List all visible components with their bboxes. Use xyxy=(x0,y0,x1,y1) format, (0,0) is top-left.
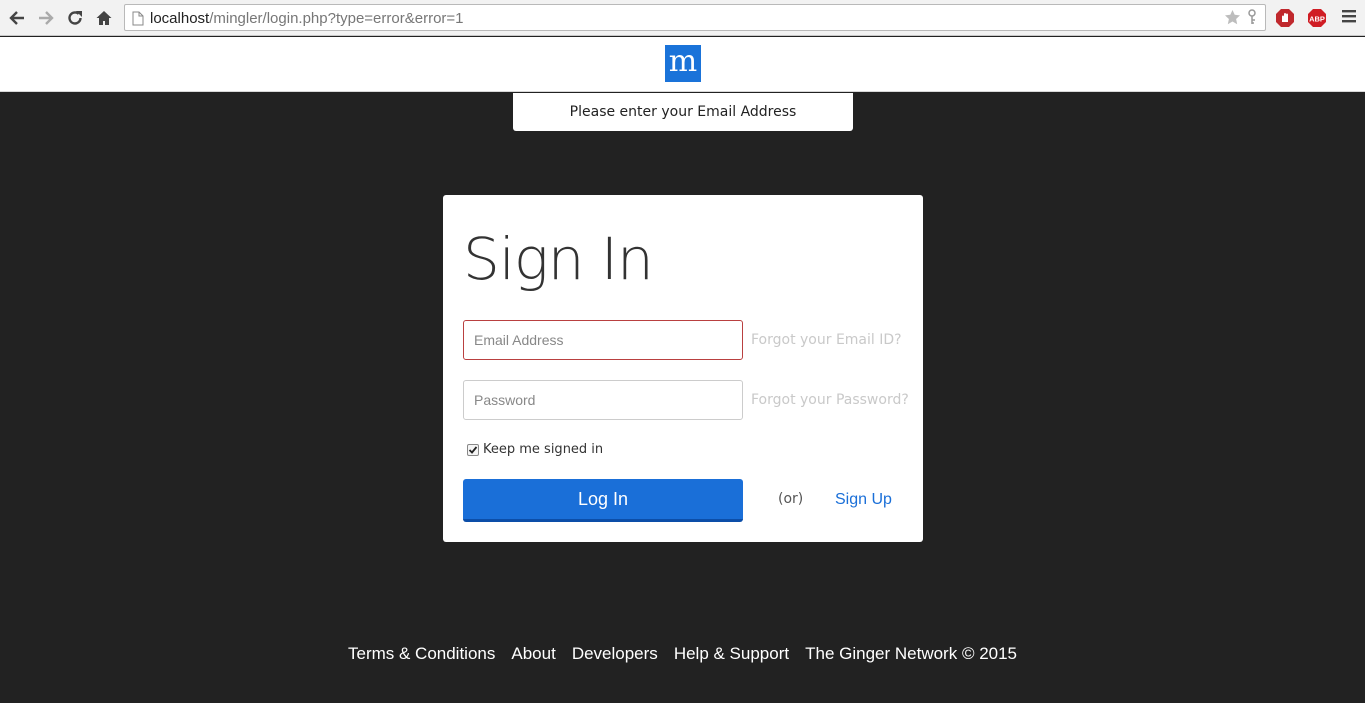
or-separator: (or) xyxy=(778,491,804,507)
forward-button[interactable] xyxy=(34,6,58,30)
reload-icon xyxy=(68,11,82,25)
browser-toolbar: localhost/mingler/login.php?type=error&e… xyxy=(0,0,1365,36)
key-icon[interactable] xyxy=(1245,9,1259,25)
mingler-logo[interactable]: m xyxy=(665,45,701,82)
browser-menu-button[interactable] xyxy=(1341,8,1359,26)
home-button[interactable] xyxy=(92,6,116,30)
footer: Terms & Conditions About Developers Help… xyxy=(0,644,1365,664)
signin-title: Sign In xyxy=(463,225,654,293)
footer-link-terms[interactable]: Terms & Conditions xyxy=(348,644,495,664)
abp-extension-button[interactable]: ABP xyxy=(1306,7,1328,29)
login-button[interactable]: Log In xyxy=(463,479,743,522)
password-field[interactable] xyxy=(463,380,743,420)
keep-signed-in[interactable]: Keep me signed in xyxy=(467,442,603,457)
error-notice: Please enter your Email Address xyxy=(513,93,853,131)
footer-link-developers[interactable]: Developers xyxy=(572,644,658,664)
address-bar[interactable]: localhost/mingler/login.php?type=error&e… xyxy=(124,4,1266,31)
footer-link-help[interactable]: Help & Support xyxy=(674,644,789,664)
svg-text:ABP: ABP xyxy=(1309,15,1325,24)
signin-card: Sign In Forgot your Email ID? Forgot you… xyxy=(443,195,923,542)
footer-link-about[interactable]: About xyxy=(511,644,555,664)
signup-link[interactable]: Sign Up xyxy=(835,491,892,509)
adblock-extension-button[interactable] xyxy=(1274,7,1296,29)
page-icon xyxy=(132,11,144,26)
forward-arrow-icon xyxy=(39,11,54,25)
email-field[interactable] xyxy=(463,320,743,360)
back-button[interactable] xyxy=(5,6,29,30)
error-notice-text: Please enter your Email Address xyxy=(569,104,797,120)
url-text: localhost/mingler/login.php?type=error&e… xyxy=(150,10,464,27)
keep-signed-in-checkbox[interactable] xyxy=(467,443,479,456)
abp-icon: ABP xyxy=(1308,9,1326,27)
forgot-email-link[interactable]: Forgot your Email ID? xyxy=(751,332,902,348)
footer-copyright: The Ginger Network © 2015 xyxy=(805,644,1018,663)
keep-signed-in-label: Keep me signed in xyxy=(483,442,604,457)
site-header: m xyxy=(0,37,1365,92)
checkmark-icon xyxy=(468,445,478,454)
adblock-icon xyxy=(1276,9,1294,27)
hamburger-menu-icon xyxy=(1342,10,1356,23)
back-arrow-icon xyxy=(9,11,24,25)
forgot-password-link[interactable]: Forgot your Password? xyxy=(751,392,909,408)
home-icon xyxy=(96,11,112,25)
bookmark-star-icon[interactable] xyxy=(1224,9,1241,26)
reload-button[interactable] xyxy=(63,6,87,30)
